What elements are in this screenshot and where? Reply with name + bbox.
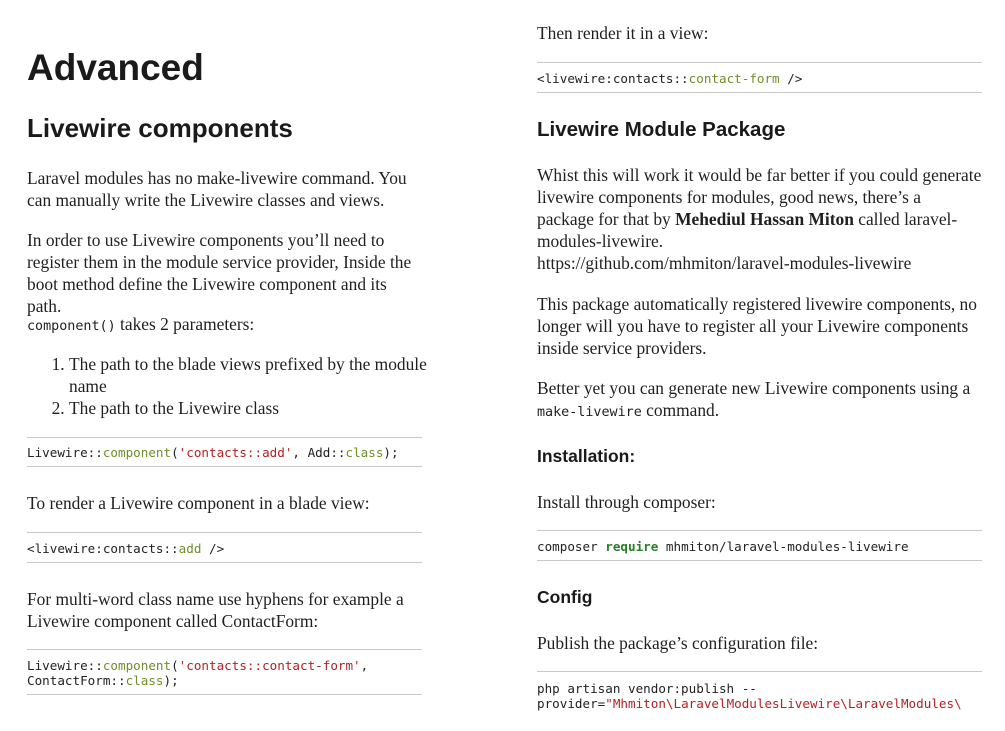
code-token-function: contact-form (688, 71, 780, 86)
code-token-function: add (178, 541, 202, 556)
paragraph-generate-text: Better yet you can generate new Livewire… (537, 378, 971, 398)
code-token: , Add:: (292, 445, 346, 460)
paragraph-parameters: component() takes 2 parameters: (27, 313, 422, 338)
paragraph-publish: Publish the package’s configuration file… (537, 633, 819, 653)
code-token-function: class (125, 673, 164, 688)
code-token: ContactForm:: (27, 673, 126, 688)
author-name: Mehediul Hassan Miton (675, 209, 854, 229)
parameter-list: The path to the blade views prefixed by … (27, 353, 439, 419)
code-block-contact-form-view: <livewire:contacts::contact-form /> (537, 62, 982, 93)
section-heading-module-package: Livewire Module Package (537, 118, 786, 141)
paragraph-parameters-text: takes 2 parameters: (115, 314, 255, 334)
code-token-function: class (345, 445, 384, 460)
list-item: The path to the Livewire class (69, 397, 439, 419)
code-token: , (360, 658, 369, 673)
code-token: <livewire:contacts:: (537, 71, 689, 86)
page-title: Advanced (27, 47, 204, 88)
inline-code: component() (27, 319, 116, 334)
section-heading-livewire-components: Livewire components (27, 113, 293, 143)
code-token: Livewire:: (27, 658, 103, 673)
code-token-function: component (102, 445, 172, 460)
code-token: ); (383, 445, 399, 460)
code-token-function: component (102, 658, 172, 673)
code-token: /> (201, 541, 225, 556)
code-token: ( (171, 445, 179, 460)
paragraph-then-render: Then render it in a view: (537, 23, 709, 43)
code-token: php artisan vendor:publish -- (537, 681, 757, 696)
inline-code: make-livewire (537, 405, 642, 420)
paragraph-render: To render a Livewire component in a blad… (27, 493, 370, 513)
paragraph-generate-text: command. (641, 400, 720, 420)
code-token-keyword: require (605, 539, 659, 554)
paragraph-generate: Better yet you can generate new Livewire… (537, 377, 982, 424)
paragraph-multiword: For multi-word class name use hyphens fo… (27, 589, 404, 631)
code-token-string: 'contacts::contact-form' (178, 658, 361, 673)
code-block-publish: php artisan vendor:publish -- provider="… (537, 671, 982, 731)
paragraph-auto-register: This package automatically registered li… (537, 294, 977, 358)
package-url: https://github.com/mhmiton/laravel-modul… (537, 253, 912, 273)
code-token: mhmiton/laravel-modules-livewire (658, 539, 909, 554)
code-token: provider= (537, 696, 606, 711)
code-token: Livewire:: (27, 445, 103, 460)
code-token: composer (537, 539, 606, 554)
code-token: /> (779, 71, 803, 86)
code-token: ); (163, 673, 179, 688)
paragraph-install: Install through composer: (537, 492, 716, 512)
code-block-composer: composer require mhmiton/laravel-modules… (537, 530, 982, 561)
code-token-string: "Mhmiton\LaravelModulesLivewire\LaravelM… (605, 696, 962, 711)
code-block-register: Livewire::component('contacts::add', Add… (27, 437, 422, 467)
list-item: The path to the blade views prefixed by … (69, 353, 439, 397)
paragraph-package: Whist this will work it would be far bet… (537, 164, 982, 274)
code-block-blade-view: <livewire:contacts::add /> (27, 532, 422, 563)
code-token-string: 'contacts::add' (178, 445, 293, 460)
code-block-contact-form: Livewire::component('contacts::contact-f… (27, 649, 422, 695)
code-token: ( (171, 658, 179, 673)
paragraph-intro: Laravel modules has no make-livewire com… (27, 168, 407, 210)
section-heading-installation: Installation: (537, 446, 636, 466)
code-token: <livewire:contacts:: (27, 541, 179, 556)
section-heading-config: Config (537, 587, 593, 607)
paragraph-register: In order to use Livewire components you’… (27, 230, 412, 316)
